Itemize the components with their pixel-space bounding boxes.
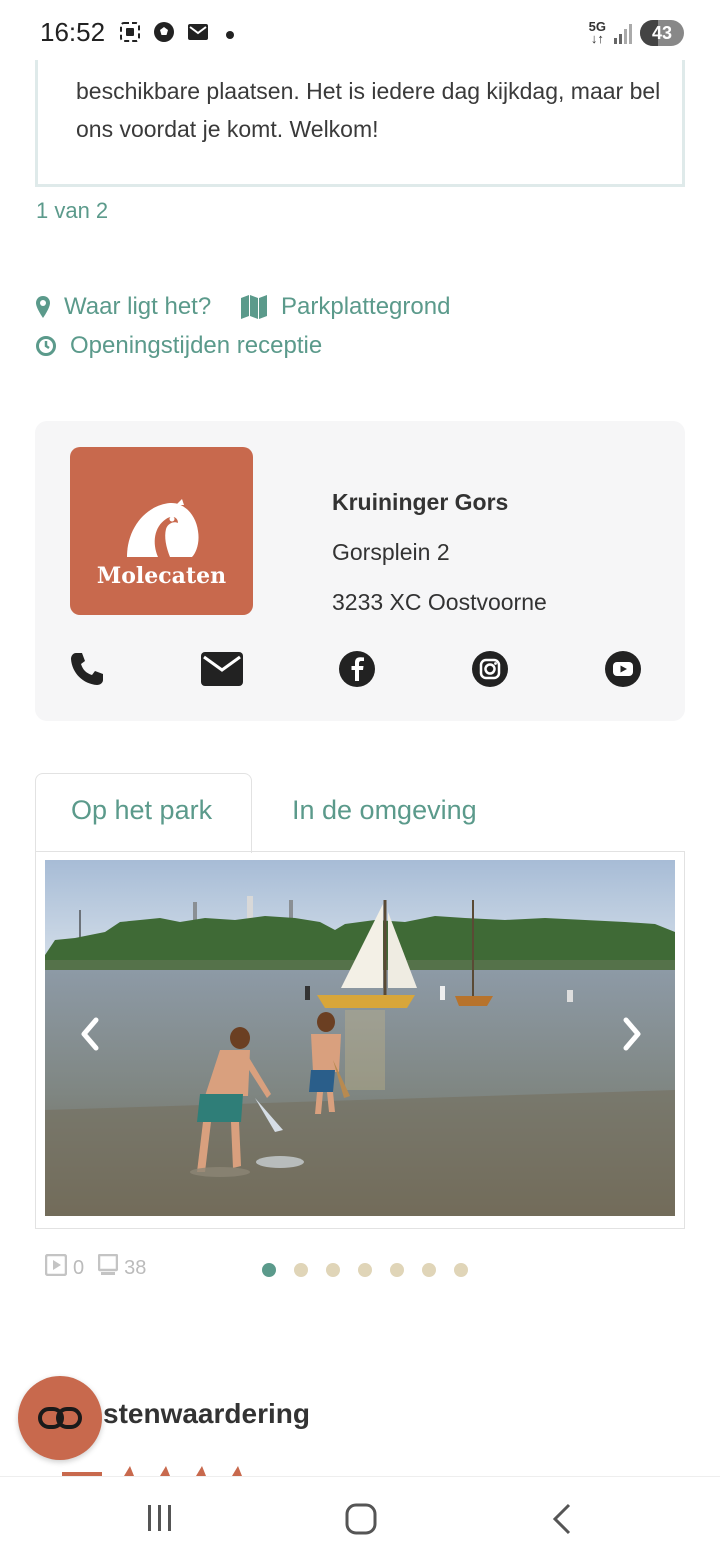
- status-bar: 16:52 5G ↓↑ 43: [0, 0, 720, 66]
- pagination-dot[interactable]: [262, 1263, 276, 1277]
- pagination-dot[interactable]: [358, 1263, 372, 1277]
- park-name: Kruininger Gors: [332, 489, 509, 515]
- video-count: 0: [73, 1256, 85, 1279]
- recent-apps-icon[interactable]: [146, 1503, 174, 1538]
- network-5g-icon: 5G ↓↑: [588, 19, 606, 46]
- pagination-dot[interactable]: [294, 1263, 308, 1277]
- reception-hours-link-label: Openingstijden receptie: [70, 332, 323, 359]
- pagination-dot[interactable]: [454, 1263, 468, 1277]
- clock-icon: [36, 336, 56, 356]
- system-nav-bar: [0, 1476, 720, 1560]
- gallery-photo[interactable]: [45, 860, 675, 1216]
- park-city: 3233 XC Oostvoorne: [332, 589, 547, 615]
- park-map-link[interactable]: Parkplattegrond: [241, 293, 450, 321]
- email-icon[interactable]: [200, 649, 244, 689]
- facebook-icon[interactable]: [337, 649, 377, 689]
- park-info-card: Molecaten Kruininger Gors Gorsplein 2 32…: [35, 421, 685, 721]
- media-count: 0 38: [44, 1253, 147, 1282]
- photo-icon: [97, 1253, 119, 1282]
- soccer-icon: [152, 20, 176, 50]
- park-map-link-label: Parkplattegrond: [281, 293, 451, 320]
- chat-fab-button[interactable]: [18, 1376, 102, 1460]
- status-time: 16:52: [40, 17, 106, 47]
- rating-stars-peek: [62, 1462, 262, 1476]
- video-icon: [44, 1253, 68, 1282]
- reviews-title: stenwaardering: [103, 1398, 310, 1429]
- logo-text: Molecaten: [96, 563, 227, 589]
- battery-icon: 43: [640, 20, 684, 46]
- battery-level: 43: [651, 23, 673, 43]
- link-icon: [38, 1407, 82, 1429]
- map-pin-icon: [36, 296, 50, 318]
- mail-icon: [186, 20, 210, 50]
- description-box: beschikbare plaatsen. Het is iedere dag …: [35, 60, 685, 187]
- home-icon[interactable]: [345, 1503, 377, 1540]
- description-text: beschikbare plaatsen. Het is iedere dag …: [76, 78, 661, 142]
- screenshot-icon: [118, 20, 142, 50]
- molecaten-logo: Molecaten: [70, 447, 253, 615]
- network-label: 5G: [588, 19, 606, 34]
- phone-icon[interactable]: [67, 649, 107, 689]
- status-notification-icons: [118, 20, 234, 50]
- back-icon[interactable]: [552, 1503, 572, 1540]
- description-pager[interactable]: 1 van 2: [36, 198, 108, 224]
- pagination-dot[interactable]: [422, 1263, 436, 1277]
- tab-op-het-park-label: Op het park: [71, 795, 213, 825]
- signal-icon: [614, 22, 632, 44]
- reception-hours-link[interactable]: Openingstijden receptie: [36, 332, 322, 360]
- tab-in-de-omgeving[interactable]: In de omgeving: [292, 795, 477, 826]
- status-system-icons: 5G ↓↑ 43: [589, 20, 684, 46]
- gallery-pagination: [262, 1263, 468, 1277]
- youtube-icon[interactable]: [603, 649, 643, 689]
- instagram-icon[interactable]: [470, 649, 510, 689]
- gallery-prev-arrow[interactable]: [78, 1016, 108, 1052]
- pagination-dot[interactable]: [390, 1263, 404, 1277]
- gallery-next-arrow[interactable]: [620, 1016, 650, 1052]
- map-icon: [241, 295, 267, 319]
- pagination-dot[interactable]: [326, 1263, 340, 1277]
- location-link[interactable]: Waar ligt het?: [36, 293, 211, 321]
- park-street: Gorsplein 2: [332, 539, 450, 565]
- photo-count: 38: [124, 1256, 147, 1279]
- dot-icon: [226, 31, 234, 39]
- location-link-label: Waar ligt het?: [64, 293, 212, 320]
